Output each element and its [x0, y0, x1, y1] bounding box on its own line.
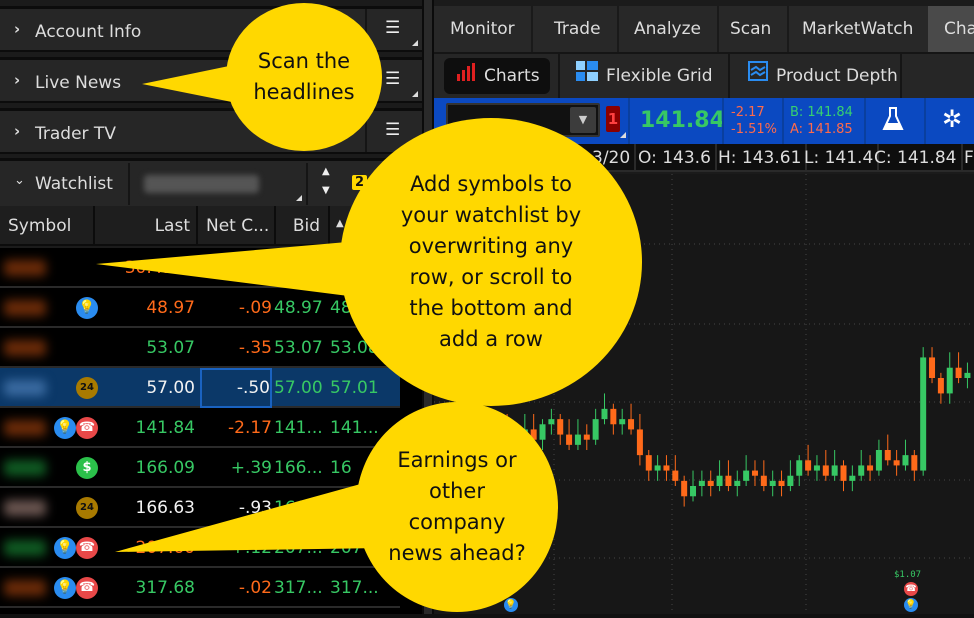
callout-news-text: Scan the headlines — [253, 49, 355, 104]
callout-earnings: Earnings or other company news ahead? — [356, 402, 558, 612]
callout-watchlist-text: Add symbols to your watchlist by overwri… — [400, 172, 582, 351]
callout-tail-watchlist — [96, 240, 380, 300]
callout-tail-earnings — [115, 480, 385, 552]
callout-news: Scan the headlines — [226, 3, 382, 151]
callout-watchlist: Add symbols to your watchlist by overwri… — [340, 118, 642, 406]
callout-earnings-text: Earnings or other company news ahead? — [388, 448, 526, 565]
